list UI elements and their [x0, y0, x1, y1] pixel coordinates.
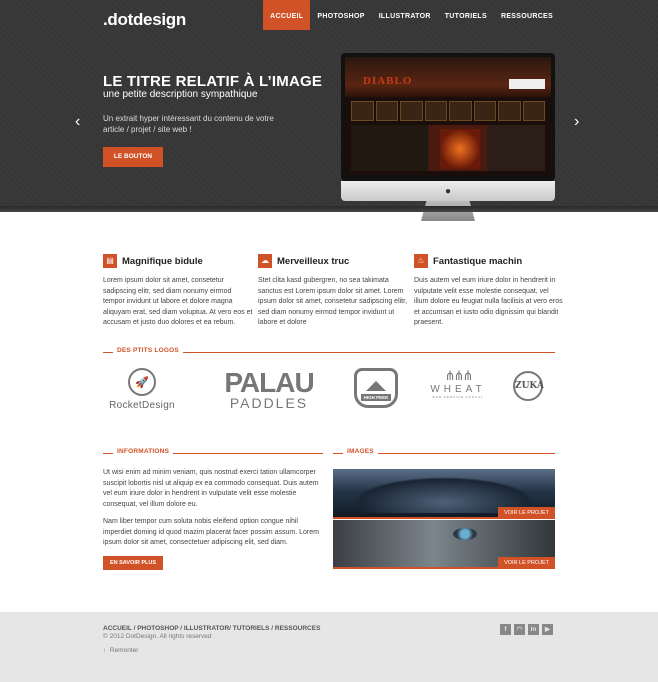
info-paragraph-1: Ut wisi enim ad minim veniam, quis nostr…	[103, 469, 319, 508]
social-icons: f ◠ in ▶	[500, 624, 553, 635]
nav-accueil[interactable]: ACCUEIL	[263, 0, 311, 30]
highpeek-text: HIGH PEEK	[360, 394, 392, 401]
feature-text: Duis autem vel eum iriure dolor in hendr…	[414, 277, 563, 326]
nav-tutoriels[interactable]: TUTORIELS	[438, 0, 494, 30]
monitor-screen: DIABLO	[341, 53, 555, 181]
main-nav: ACCUEIL PHOTOSHOP ILLUSTRATOR TUTORIELS …	[263, 0, 560, 30]
info-text: Ut wisi enim ad minim veniam, quis nostr…	[103, 468, 323, 556]
rocketdesign-text: RocketDesign	[109, 400, 175, 411]
wheat-icon: ⋔⋔⋔	[444, 368, 474, 383]
palau-text: PALAU	[224, 367, 314, 398]
project-image-car[interactable]: VOIR LE PROJET	[333, 469, 555, 519]
palau-paddles-logo: PALAU PADDLES	[210, 367, 328, 411]
apple-logo-icon: ●	[444, 186, 452, 197]
info-section-header: INFORMATIONS	[103, 448, 323, 458]
wheat-text: WHEAT	[430, 384, 486, 395]
view-project-button[interactable]: VOIR LE PROJET	[498, 557, 555, 569]
footer-links[interactable]: ACCUEIL / PHOTOSHOP / ILLUSTRATOR/ TUTOR…	[103, 625, 320, 632]
monitor-stand	[421, 201, 475, 221]
nav-ressources[interactable]: RESSOURCES	[494, 0, 560, 30]
project-image-eye[interactable]: VOIR LE PROJET	[333, 520, 555, 569]
rocketdesign-logo: 🚀 RocketDesign	[102, 368, 182, 411]
cloud-icon: ☁	[258, 254, 272, 268]
nav-illustrator[interactable]: ILLUSTRATOR	[372, 0, 438, 30]
view-project-button[interactable]: VOIR LE PROJET	[498, 507, 555, 519]
facebook-icon[interactable]: f	[500, 624, 511, 635]
rocket-icon: 🚀	[128, 368, 156, 396]
logos-section-header: DES PTITS LOGOS	[103, 347, 555, 357]
paddles-text: PADDLES	[229, 395, 309, 411]
slider-prev-arrow-icon[interactable]: ‹	[75, 113, 80, 131]
info-paragraph-2: Nam liber tempor cum soluta nobis eleife…	[103, 518, 319, 546]
hero-text: Un extrait hyper intéressant du contenu …	[103, 114, 274, 134]
arrow-up-icon: ↑	[103, 647, 107, 654]
hero-button[interactable]: LE BOUTON	[103, 147, 163, 167]
highpeek-logo: HIGH PEEK	[354, 368, 400, 408]
footer: ACCUEIL / PHOTOSHOP / ILLUSTRATOR/ TUTOR…	[0, 612, 658, 682]
client-logos: 🚀 RocketDesign PALAU PADDLES HIGH PEEK ⋔…	[100, 365, 560, 415]
info-section-label: INFORMATIONS	[113, 448, 174, 455]
slider-next-arrow-icon[interactable]: ›	[574, 113, 579, 131]
monitor-image: DIABLO ●	[341, 53, 555, 221]
linkedin-icon[interactable]: in	[528, 624, 539, 635]
wheat-subtext: WEB SERVICE ANNUAL	[432, 395, 484, 399]
rss-icon[interactable]: ◠	[514, 624, 525, 635]
monitor-chin: ●	[341, 181, 555, 201]
learn-more-button[interactable]: EN SAVOIR PLUS	[103, 556, 163, 570]
mountain-icon	[366, 381, 386, 391]
hero-subtitle: une petite description sympathique	[103, 89, 258, 100]
hero-title: LE TITRE RELATIF À L’IMAGE	[103, 73, 323, 90]
feature-text: Stet clita kasd gubergren, no sea takima…	[258, 277, 408, 326]
youtube-icon[interactable]: ▶	[542, 624, 553, 635]
nav-photoshop[interactable]: PHOTOSHOP	[310, 0, 371, 30]
back-to-top-link[interactable]: ↑ Remonter	[103, 647, 138, 654]
zuka-text: ZUKA	[513, 371, 544, 401]
zuka-logo: ZUKA	[513, 371, 547, 401]
hero-section: .dotdesign ACCUEIL PHOTOSHOP ILLUSTRATOR…	[0, 0, 658, 221]
footer-copyright: © 2012 DotDesign. All rights reserved	[103, 633, 212, 640]
book-icon: ▤	[103, 254, 117, 268]
feature-text: Lorem ipsum dolor sit amet, consetetur s…	[103, 277, 253, 326]
images-section-header: IMAGES	[333, 448, 555, 458]
feature-title: Fantastique machin	[433, 256, 523, 267]
logos-section-label: DES PTITS LOGOS	[113, 347, 183, 354]
back-to-top-label: Remonter	[109, 647, 139, 654]
site-logo[interactable]: .dotdesign	[103, 10, 186, 30]
images-section-label: IMAGES	[343, 448, 378, 455]
screen-game-title: DIABLO	[363, 75, 413, 87]
wheat-logo: ⋔⋔⋔ WHEAT WEB SERVICE ANNUAL	[425, 368, 491, 399]
feature-title: Magnifique bidule	[122, 256, 203, 267]
feature-title: Merveilleux truc	[277, 256, 350, 267]
flame-icon: ♨	[414, 254, 428, 268]
